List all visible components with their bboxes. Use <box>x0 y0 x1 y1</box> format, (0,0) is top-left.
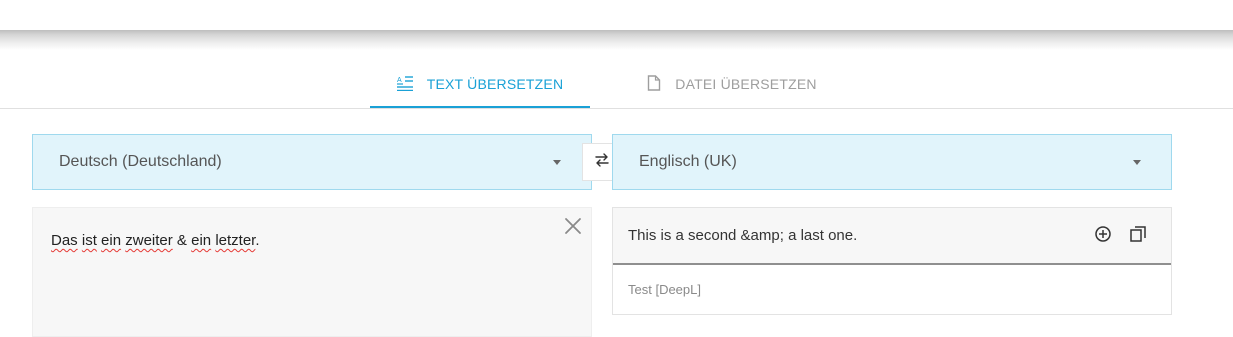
top-bar <box>0 0 1233 30</box>
target-language-select[interactable]: Englisch (UK) <box>612 134 1172 190</box>
add-translation-button[interactable] <box>1093 224 1113 244</box>
swap-icon <box>594 152 610 173</box>
tab-text-label: TEXT ÜBERSETZEN <box>426 76 564 92</box>
translation-mode-tabs: A TEXT ÜBERSETZEN DATEI ÜBERSETZEN <box>0 62 1233 109</box>
source-text[interactable]: Das ist ein zweiter & ein letzter. <box>51 232 260 249</box>
source-word: ein <box>191 232 212 249</box>
tab-file-label: DATEI ÜBERSETZEN <box>675 76 817 92</box>
translation-text: This is a second &amp; a last one. <box>628 227 858 244</box>
add-circle-icon <box>1093 226 1113 248</box>
source-word: Das <box>51 232 78 249</box>
close-icon <box>563 218 583 240</box>
translation-header: This is a second &amp; a last one. <box>613 208 1171 265</box>
text-translate-icon: A <box>396 75 413 94</box>
copy-translation-button[interactable] <box>1128 224 1148 244</box>
source-word: ist <box>81 232 97 249</box>
document-icon <box>647 74 661 94</box>
source-word: . <box>255 232 260 249</box>
chevron-down-icon <box>553 159 561 165</box>
source-language-select[interactable]: Deutsch (Deutschland) <box>32 134 592 190</box>
tab-file-translate[interactable]: DATEI ÜBERSETZEN <box>632 62 832 106</box>
source-word: ein <box>101 232 122 249</box>
top-bar-shadow <box>0 30 1233 50</box>
translation-result-panel: This is a second &amp; a last one. Test … <box>612 207 1172 315</box>
clear-text-button[interactable] <box>563 216 583 236</box>
source-language-label: Deutsch (Deutschland) <box>59 153 222 170</box>
target-language-label: Englisch (UK) <box>639 153 737 170</box>
copy-icon <box>1128 226 1148 248</box>
chevron-down-icon <box>1133 159 1141 165</box>
translation-provider: Test [DeepL] <box>628 282 701 297</box>
source-text-area[interactable]: Das ist ein zweiter & ein letzter. <box>32 207 592 337</box>
tab-text-translate[interactable]: A TEXT ÜBERSETZEN <box>370 62 590 108</box>
svg-text:A: A <box>397 77 402 84</box>
source-word: & <box>176 232 187 249</box>
source-word: letzter <box>215 232 256 249</box>
source-word: zweiter <box>125 232 173 249</box>
